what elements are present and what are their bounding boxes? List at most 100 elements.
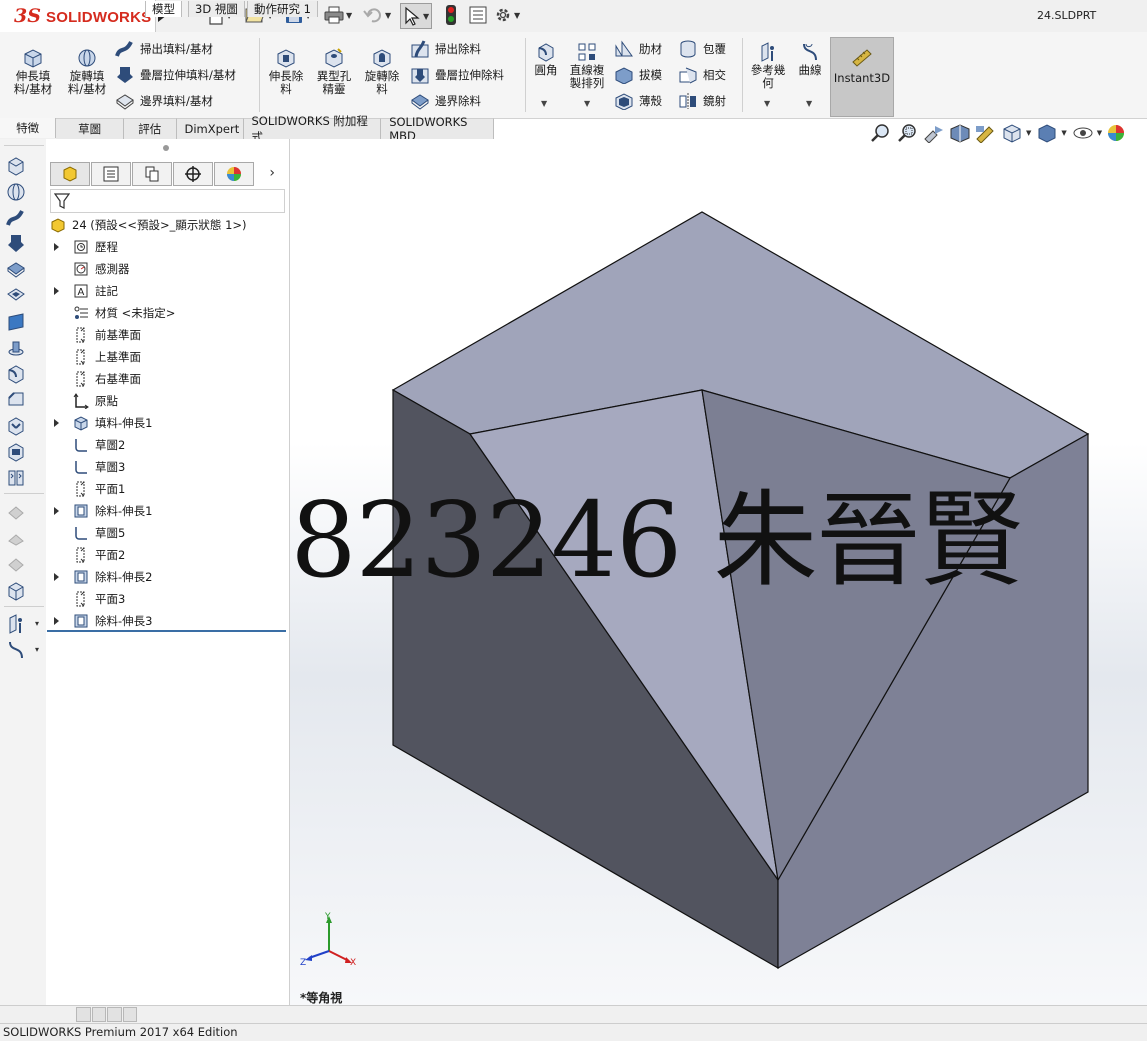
- curves-button[interactable]: 曲線: [794, 42, 826, 77]
- tree-item[interactable]: 填料-伸長1: [46, 414, 286, 432]
- tree-item[interactable]: 草圖3: [46, 458, 286, 476]
- chevron-down-icon[interactable]: ▼: [1061, 129, 1066, 137]
- rollback-bar[interactable]: [47, 630, 286, 632]
- mirror-button[interactable]: 鏡射: [678, 92, 726, 110]
- lofted-boss-icon[interactable]: [6, 234, 26, 254]
- rib-button[interactable]: 肋材: [614, 40, 662, 58]
- tree-item[interactable]: 右基準面: [46, 370, 286, 388]
- tree-item[interactable]: 上基準面: [46, 348, 286, 366]
- chevron-down-icon[interactable]: ▼: [584, 99, 590, 108]
- tab-motion-study[interactable]: 動作研究 1: [247, 1, 318, 17]
- chevron-down-icon[interactable]: ▾: [35, 645, 39, 654]
- tree-item[interactable]: 前基準面: [46, 326, 286, 344]
- options-button[interactable]: ▼: [494, 4, 520, 26]
- tree-item[interactable]: 草圖5: [46, 524, 286, 542]
- chevron-down-icon[interactable]: ▼: [806, 99, 812, 108]
- fillet-button[interactable]: 圓角: [531, 42, 561, 77]
- file-properties-button[interactable]: [469, 4, 487, 26]
- chevron-down-icon[interactable]: ▼: [1026, 129, 1031, 137]
- tab-configuration-manager[interactable]: [132, 162, 172, 186]
- lofted-boss-button[interactable]: 疊層拉伸填料/基材: [115, 66, 236, 84]
- tree-item[interactable]: 除料-伸長3: [46, 612, 286, 630]
- expand-arrow-icon[interactable]: [54, 573, 59, 581]
- swept-boss-button[interactable]: 掃出填料/基材: [115, 40, 213, 58]
- appearance-icon[interactable]: [1106, 123, 1128, 143]
- tab-evaluate[interactable]: 評估: [124, 118, 177, 139]
- rebuild-button[interactable]: [444, 4, 458, 26]
- revolve-boss-icon[interactable]: [6, 182, 26, 202]
- tree-item[interactable]: 感測器: [46, 260, 286, 278]
- previous-view-icon[interactable]: [922, 123, 946, 143]
- plane-icon[interactable]: [6, 312, 26, 332]
- tree-item[interactable]: 平面3: [46, 590, 286, 608]
- extrude-cut-icon[interactable]: [6, 286, 26, 306]
- revolve-cut-button[interactable]: 旋轉除 料: [360, 48, 404, 96]
- feature-filter-input[interactable]: [50, 189, 285, 213]
- tree-item[interactable]: 除料-伸長2: [46, 568, 286, 586]
- chevron-down-icon[interactable]: ▼: [541, 99, 547, 108]
- tab-3d-views[interactable]: 3D 視圖: [188, 1, 245, 17]
- display-style-icon[interactable]: [1035, 123, 1059, 143]
- hole-wizard-button[interactable]: 異型孔 精靈: [312, 48, 356, 96]
- reference-geometry-button[interactable]: 參考幾 何: [746, 42, 790, 90]
- expand-arrow-icon[interactable]: [54, 287, 59, 295]
- tab-sketch[interactable]: 草圖: [56, 118, 125, 139]
- section-view-icon[interactable]: [948, 123, 972, 143]
- revolve-boss-button[interactable]: 旋轉填 料/基材: [62, 48, 112, 96]
- expand-arrow-icon[interactable]: [54, 419, 59, 427]
- tab-mbd[interactable]: SOLIDWORKS MBD: [381, 115, 494, 143]
- linear-pattern-icon[interactable]: [6, 468, 26, 488]
- dynamic-annotation-icon[interactable]: [974, 123, 998, 143]
- chevron-down-icon[interactable]: ▼: [1097, 129, 1102, 137]
- fillet-icon[interactable]: [6, 364, 26, 384]
- boundary-cut-button[interactable]: 邊界除料: [410, 92, 481, 110]
- panel-grip[interactable]: [163, 145, 169, 151]
- extrude-boss-button[interactable]: 伸長填 料/基材: [8, 48, 58, 96]
- app-logo[interactable]: 3S SOLIDWORKS: [0, 0, 156, 32]
- lofted-cut-button[interactable]: 疊層拉伸除料: [410, 66, 504, 84]
- tree-item[interactable]: 平面1: [46, 480, 286, 498]
- select-button[interactable]: ▼: [400, 3, 433, 29]
- curves-icon[interactable]: [6, 640, 26, 660]
- instant3d-button[interactable]: Instant3D: [830, 37, 894, 117]
- zoom-to-area-icon[interactable]: [896, 123, 920, 143]
- undo-button[interactable]: ▼: [363, 4, 391, 26]
- move-face-icon[interactable]: [6, 529, 26, 549]
- tab-addins[interactable]: SOLIDWORKS 附加程式: [243, 114, 382, 144]
- chevron-down-icon[interactable]: ▾: [35, 619, 39, 628]
- tab-dimxpert-manager[interactable]: [173, 162, 213, 186]
- view-orientation-icon[interactable]: [1000, 123, 1024, 143]
- expand-arrow-icon[interactable]: [54, 243, 59, 251]
- draft-button[interactable]: 拔模: [614, 66, 662, 84]
- shell-icon[interactable]: [6, 416, 26, 436]
- tree-item[interactable]: 平面2: [46, 546, 286, 564]
- tab-dimxpert[interactable]: DimXpert: [176, 118, 244, 139]
- swept-cut-button[interactable]: 掃出除料: [410, 40, 481, 58]
- scroll-next-button[interactable]: [107, 1007, 122, 1022]
- chevron-right-icon[interactable]: ›: [255, 162, 275, 184]
- edit-feature-icon[interactable]: [6, 503, 26, 523]
- tree-item[interactable]: 材質 <未指定>: [46, 304, 286, 322]
- chamfer-icon[interactable]: [6, 390, 26, 410]
- tab-property-manager[interactable]: [91, 162, 131, 186]
- zoom-to-fit-icon[interactable]: [870, 123, 892, 143]
- chevron-down-icon[interactable]: ▼: [764, 99, 770, 108]
- boundary-boss-button[interactable]: 邊界填料/基材: [115, 92, 213, 110]
- tab-display-manager[interactable]: [214, 162, 254, 186]
- tree-root[interactable]: 24 (預設<<預設>_顯示狀態 1>): [46, 216, 286, 234]
- hole-wizard-icon[interactable]: [6, 338, 26, 358]
- boundary-boss-icon[interactable]: [6, 260, 26, 280]
- expand-arrow-icon[interactable]: [54, 617, 59, 625]
- swept-boss-icon[interactable]: [6, 208, 26, 228]
- tree-item[interactable]: 原點: [46, 392, 286, 410]
- linear-pattern-button[interactable]: 直線複 製排列: [566, 42, 608, 90]
- split-line-icon[interactable]: [6, 581, 26, 601]
- scroll-last-button[interactable]: [122, 1007, 137, 1022]
- delete-face-icon[interactable]: [6, 555, 26, 575]
- expand-arrow-icon[interactable]: [54, 507, 59, 515]
- tab-model[interactable]: 模型: [145, 1, 182, 17]
- tab-features[interactable]: 特徵: [0, 118, 57, 138]
- extrude-boss-icon[interactable]: [6, 156, 26, 176]
- tree-item[interactable]: A 註記: [46, 282, 286, 300]
- tree-item[interactable]: 除料-伸長1: [46, 502, 286, 520]
